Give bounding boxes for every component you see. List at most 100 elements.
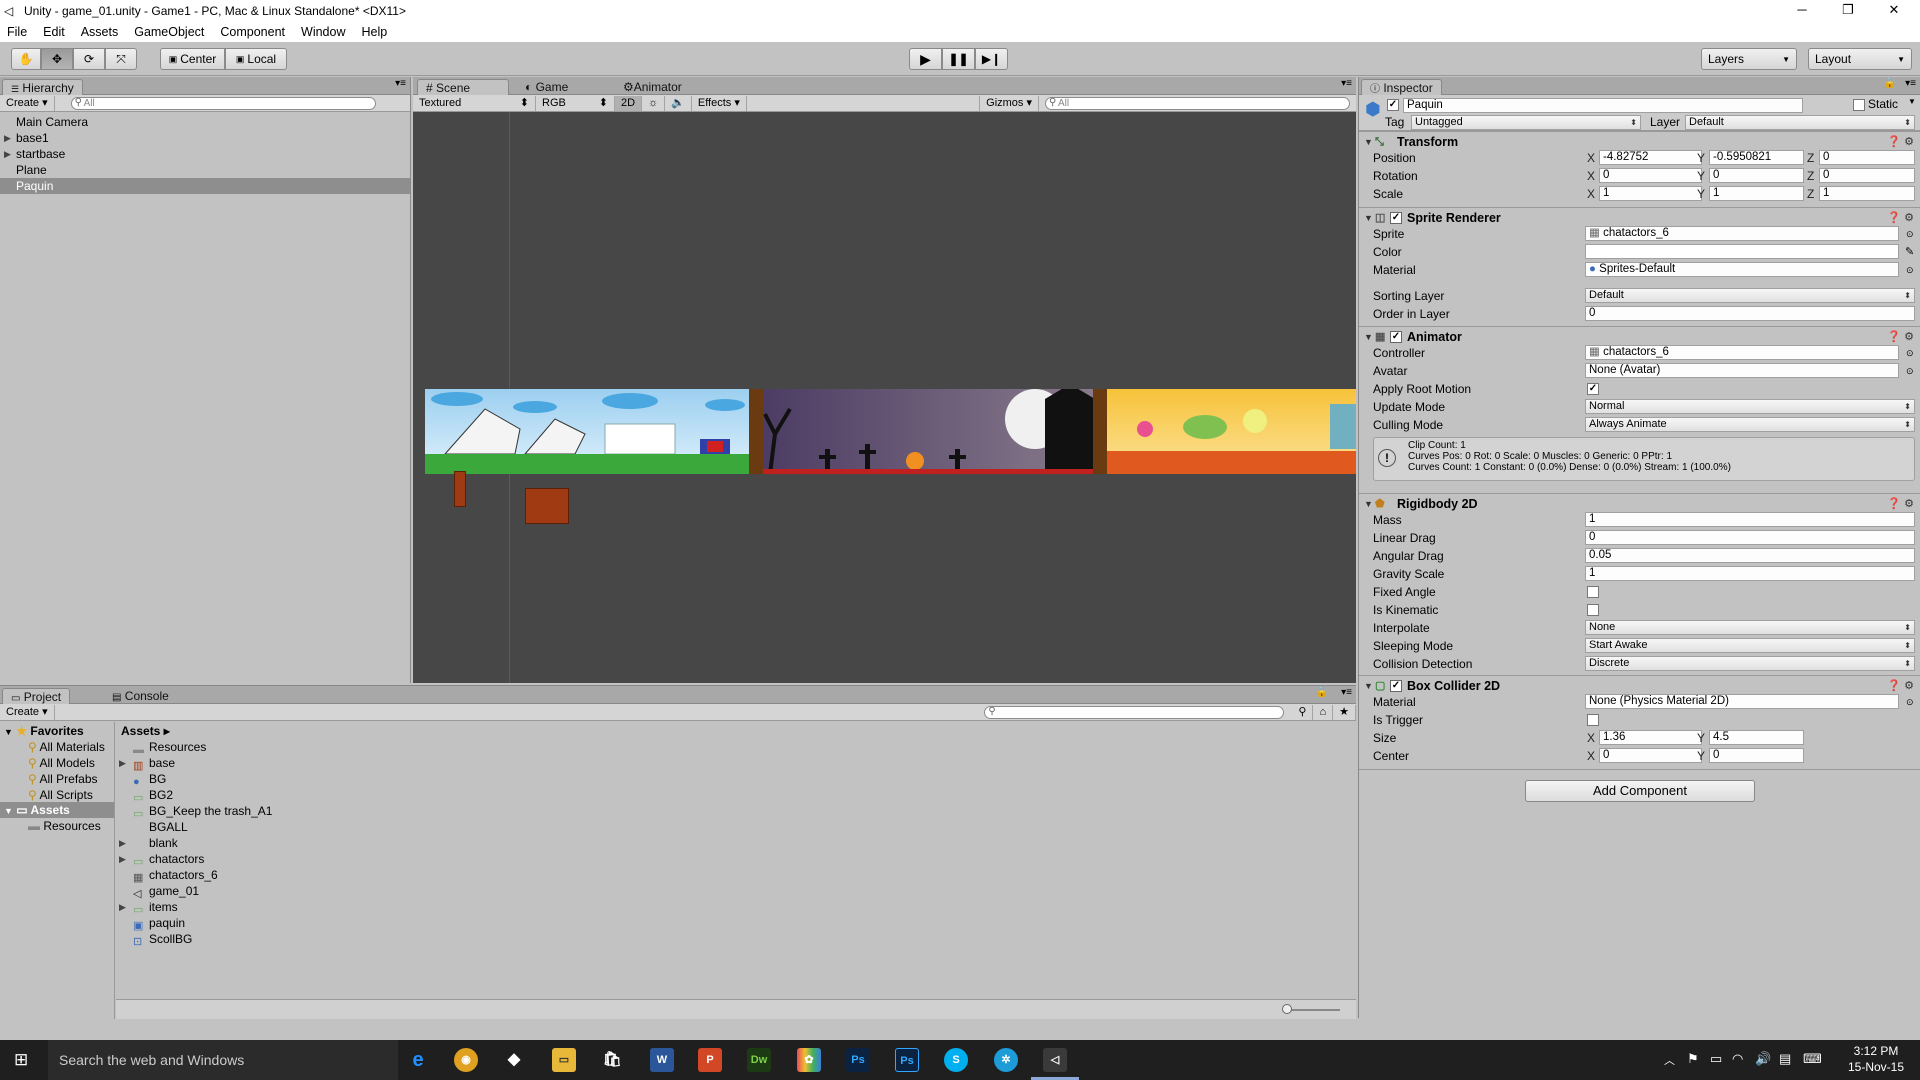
- layout-dropdown[interactable]: Layout ▼: [1808, 48, 1912, 70]
- menu-window[interactable]: Window: [293, 25, 353, 39]
- asset-item[interactable]: ▶ ▭ items: [116, 899, 1356, 916]
- rigidbody-2d-header[interactable]: ▼ ⬟ Rigidbody 2D ❓ ⚙: [1359, 493, 1920, 513]
- asset-item[interactable]: ▬ Resources: [116, 739, 1356, 756]
- object-name-field[interactable]: Paquin: [1403, 98, 1803, 113]
- step-button[interactable]: ▶❙: [975, 48, 1008, 70]
- edge-icon[interactable]: e: [406, 1048, 430, 1072]
- tab-console[interactable]: ▤ Console: [104, 688, 177, 704]
- pivot-center-button[interactable]: ▣ Center: [160, 48, 225, 70]
- controller-field[interactable]: ▦ chatactors_6: [1585, 345, 1899, 360]
- taskbar-search-box[interactable]: Search the web and Windows: [48, 1040, 398, 1080]
- lock-icon[interactable]: 🔒: [1316, 687, 1328, 698]
- hierarchy-item[interactable]: Main Camera: [0, 114, 410, 130]
- sorting-layer-dropdown[interactable]: Default: [1585, 288, 1915, 303]
- rigidbody-value-field[interactable]: 1: [1585, 512, 1915, 527]
- project-search-input[interactable]: [984, 705, 1285, 719]
- transform-z-field[interactable]: 0: [1819, 150, 1915, 165]
- tag-dropdown[interactable]: Untagged: [1411, 115, 1641, 130]
- asset-item[interactable]: BGALL: [116, 819, 1356, 835]
- rigidbody-value-field[interactable]: 0: [1585, 530, 1915, 545]
- update-mode-dropdown[interactable]: Normal: [1585, 399, 1915, 414]
- fixed-angle-checkbox[interactable]: [1587, 586, 1599, 598]
- object-picker-icon[interactable]: ⊙: [1906, 362, 1914, 380]
- play-button[interactable]: ▶: [909, 48, 942, 70]
- chrome-icon[interactable]: ◉: [454, 1048, 478, 1072]
- add-component-button[interactable]: Add Component: [1525, 780, 1755, 802]
- panel-menu-icon[interactable]: ▾≡: [1905, 78, 1916, 89]
- favorite-item[interactable]: ⚲ All Models: [0, 755, 114, 771]
- lighting-toggle[interactable]: ☼: [642, 95, 666, 111]
- favorite-button[interactable]: ★: [1333, 704, 1356, 720]
- asset-item[interactable]: ▭ BG_Keep the trash_A1: [116, 803, 1356, 820]
- hierarchy-item[interactable]: ▶ startbase: [0, 146, 410, 162]
- transform-y-field[interactable]: 1: [1709, 186, 1804, 201]
- photoshop-icon[interactable]: Ps: [895, 1048, 919, 1072]
- tab-game[interactable]: ◐ Game: [517, 79, 576, 95]
- object-picker-icon[interactable]: ⊙: [1906, 693, 1914, 711]
- lock-icon[interactable]: 🔒: [1884, 78, 1896, 89]
- scene-viewport[interactable]: [425, 384, 1356, 475]
- size-y-field[interactable]: 4.5: [1709, 730, 1804, 745]
- menu-file[interactable]: File: [0, 25, 35, 39]
- hierarchy-item[interactable]: Paquin: [0, 178, 410, 194]
- chevron-down-icon[interactable]: ▼: [1908, 97, 1916, 106]
- asset-item[interactable]: ▶ blank: [116, 835, 1356, 851]
- audio-toggle[interactable]: 🔈: [665, 95, 692, 111]
- active-checkbox[interactable]: ✓: [1387, 99, 1399, 111]
- sprite-block[interactable]: [525, 488, 569, 524]
- hierarchy-search-input[interactable]: All: [70, 96, 376, 110]
- is-trigger-checkbox[interactable]: [1587, 714, 1599, 726]
- photos-icon[interactable]: ✿: [797, 1048, 821, 1072]
- center-y-field[interactable]: 0: [1709, 748, 1804, 763]
- rigidbody-value-field[interactable]: 0.05: [1585, 548, 1915, 563]
- sprite-field[interactable]: ▦ chatactors_6: [1585, 226, 1899, 241]
- sleeping-mode-dropdown[interactable]: Start Awake: [1585, 638, 1915, 653]
- panel-menu-icon[interactable]: ▾≡: [395, 78, 406, 89]
- layers-dropdown[interactable]: Layers ▼: [1701, 48, 1797, 70]
- root-motion-checkbox[interactable]: ✓: [1587, 383, 1599, 395]
- transform-x-field[interactable]: -4.82752: [1599, 150, 1702, 165]
- show-hidden-icons-icon[interactable]: ︿: [1664, 1052, 1675, 1068]
- transform-header[interactable]: ▼ ⤡ Transform ❓ ⚙: [1359, 131, 1920, 151]
- transform-y-field[interactable]: 0: [1709, 168, 1804, 183]
- expand-arrow-icon[interactable]: ▶: [4, 146, 11, 162]
- hand-tool-button[interactable]: ✋: [11, 48, 41, 70]
- box-collider-enabled-checkbox[interactable]: ✓: [1390, 680, 1402, 692]
- favorite-item[interactable]: ⚲ All Prefabs: [0, 771, 114, 787]
- network-app-icon[interactable]: ✲: [994, 1048, 1018, 1072]
- breadcrumb[interactable]: Assets ▸: [116, 723, 1356, 739]
- favorite-item[interactable]: ⚲ All Materials: [0, 739, 114, 755]
- menu-component[interactable]: Component: [212, 25, 293, 39]
- animator-header[interactable]: ▼ ▦ ✓ Animator ❓ ⚙: [1359, 326, 1920, 346]
- skype-icon[interactable]: S: [944, 1048, 968, 1072]
- wifi-icon[interactable]: ◠: [1732, 1051, 1743, 1067]
- culling-mode-dropdown[interactable]: Always Animate: [1585, 417, 1915, 432]
- assets-header[interactable]: ▼ ▭ Assets: [0, 802, 114, 818]
- unity-icon[interactable]: ◁: [1043, 1048, 1067, 1072]
- move-tool-button[interactable]: ✥: [41, 48, 73, 70]
- asset-item[interactable]: ⊡ ScollBG: [116, 931, 1356, 948]
- word-icon[interactable]: W: [650, 1048, 674, 1072]
- clock[interactable]: 3:12 PM 15-Nov-15: [1840, 1043, 1912, 1075]
- hierarchy-create-dropdown[interactable]: Create ▾: [0, 95, 55, 111]
- expand-arrow-icon[interactable]: ▶: [119, 899, 126, 915]
- asset-item[interactable]: ▭ BG2: [116, 787, 1356, 804]
- powerpoint-icon[interactable]: P: [698, 1048, 722, 1072]
- box-collider-2d-header[interactable]: ▼ ▢ ✓ Box Collider 2D ❓ ⚙: [1359, 675, 1920, 695]
- keyboard-icon[interactable]: ⌨: [1803, 1051, 1822, 1067]
- dreamweaver-icon[interactable]: Dw: [747, 1048, 771, 1072]
- filter-by-type-button[interactable]: ⚲: [1292, 704, 1314, 720]
- notification-icon[interactable]: ▤: [1779, 1051, 1791, 1067]
- animator-enabled-checkbox[interactable]: ✓: [1390, 331, 1402, 343]
- material-field[interactable]: ● Sprites-Default: [1585, 262, 1899, 277]
- eyedropper-icon[interactable]: ✎: [1905, 243, 1914, 261]
- asset-item[interactable]: ● BG: [116, 771, 1356, 788]
- minimize-button[interactable]: ─: [1780, 0, 1824, 22]
- expand-arrow-icon[interactable]: ▶: [119, 835, 126, 851]
- close-button[interactable]: ✕: [1872, 0, 1916, 22]
- sprite-renderer-header[interactable]: ▼ ◫ ✓ Sprite Renderer ❓ ⚙: [1359, 207, 1920, 227]
- tab-inspector[interactable]: ⓘ Inspector: [1361, 79, 1442, 95]
- icon-size-slider[interactable]: [1284, 1009, 1340, 1011]
- channel-dropdown[interactable]: RGB ⬍: [536, 95, 615, 111]
- scene-search-input[interactable]: All: [1045, 96, 1350, 110]
